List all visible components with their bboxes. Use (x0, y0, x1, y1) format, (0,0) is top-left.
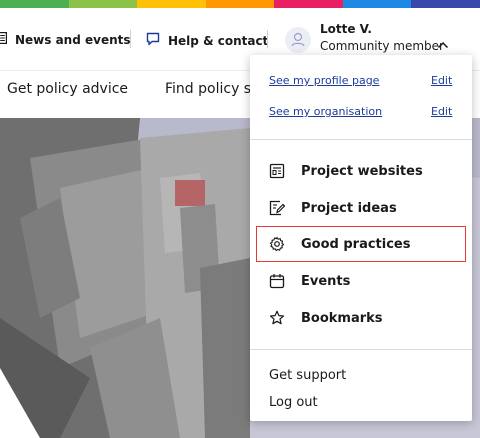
user-role[interactable]: Community member (320, 39, 444, 53)
strip-segment (274, 0, 343, 8)
star-icon (268, 309, 286, 327)
edit-organisation-link[interactable]: Edit (431, 105, 452, 118)
see-organisation-link[interactable]: See my organisation (269, 105, 382, 118)
calendar-icon (268, 272, 286, 290)
user-dropdown-menu: See my profile page Edit See my organisa… (250, 55, 472, 421)
help-contact-link[interactable]: Help & contact (146, 32, 268, 49)
log-out-link[interactable]: Log out (269, 395, 318, 410)
strip-segment (137, 0, 206, 8)
strip-segment (411, 0, 480, 8)
get-support-link[interactable]: Get support (269, 368, 346, 383)
menu-item-label: Project ideas (301, 200, 397, 216)
avatar[interactable] (285, 27, 311, 53)
user-name[interactable]: Lotte V. (320, 22, 372, 36)
strip-segment (68, 0, 138, 8)
menu-divider (250, 139, 472, 140)
menu-divider (250, 349, 472, 350)
see-profile-link[interactable]: See my profile page (269, 74, 379, 87)
menu-item-project-websites[interactable]: Project websites (257, 154, 465, 188)
header-divider (267, 30, 268, 48)
strip-segment (342, 0, 412, 8)
menu-item-bookmarks[interactable]: Bookmarks (257, 301, 465, 335)
edit-profile-link[interactable]: Edit (431, 74, 452, 87)
gear-icon (268, 235, 286, 253)
strip-segment (205, 0, 275, 8)
menu-item-label: Good practices (301, 236, 411, 252)
user-icon (291, 32, 305, 47)
speech-bubble-icon (146, 32, 160, 49)
newspaper-icon (0, 32, 8, 47)
header-divider (130, 30, 131, 48)
chevron-up-icon[interactable] (437, 34, 449, 53)
help-contact-label: Help & contact (168, 33, 269, 48)
news-and-events-link[interactable]: News and events (0, 32, 131, 47)
brand-colour-strip (0, 0, 480, 8)
website-icon (268, 162, 286, 180)
menu-item-label: Events (301, 273, 351, 289)
menu-item-events[interactable]: Events (257, 264, 465, 298)
menu-item-good-practices[interactable]: Good practices (256, 226, 466, 262)
menu-item-label: Bookmarks (301, 310, 383, 326)
edit-note-icon (268, 199, 286, 217)
menu-item-label: Project websites (301, 163, 423, 179)
nav-get-policy-advice[interactable]: Get policy advice (7, 81, 128, 97)
strip-segment (0, 0, 69, 8)
menu-item-project-ideas[interactable]: Project ideas (257, 191, 465, 225)
nav-find-policy-solutions[interactable]: Find policy sol (165, 81, 264, 97)
news-and-events-label: News and events (15, 32, 131, 47)
